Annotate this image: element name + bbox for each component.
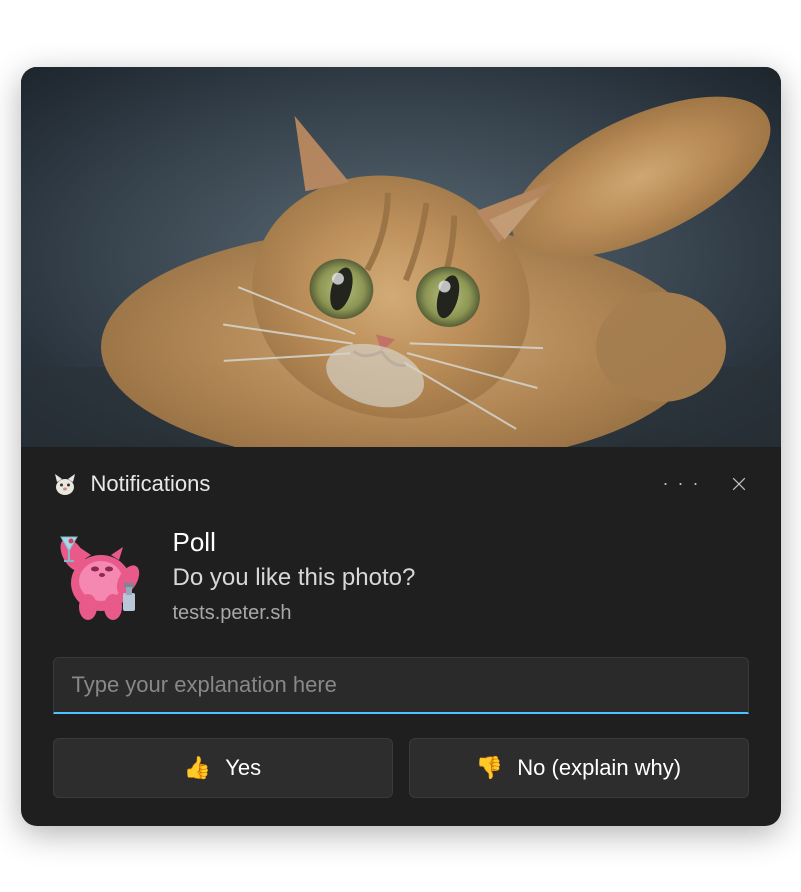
body-row: Poll Do you like this photo? tests.peter… [53, 525, 749, 625]
thumbs-down-icon: 👎 [476, 755, 503, 781]
notification-source: tests.peter.sh [173, 602, 749, 625]
notification-message: Do you like this photo? [173, 564, 749, 592]
notification-icon [53, 525, 149, 621]
body-text: Poll Do you like this photo? tests.peter… [173, 525, 749, 625]
close-icon[interactable] [729, 474, 749, 494]
no-button[interactable]: 👎 No (explain why) [409, 738, 749, 798]
content-area: Notifications · · · [21, 447, 781, 826]
notification-title: Poll [173, 527, 749, 558]
notification-card: Notifications · · · [21, 67, 781, 826]
app-icon [53, 472, 77, 496]
more-icon[interactable]: · · · [663, 473, 701, 494]
header-actions: · · · [663, 473, 749, 494]
button-row: 👍 Yes 👎 No (explain why) [53, 738, 749, 798]
yes-button[interactable]: 👍 Yes [53, 738, 393, 798]
yes-button-label: Yes [225, 755, 261, 781]
hero-image [21, 67, 781, 447]
thumbs-up-icon: 👍 [184, 755, 211, 781]
app-name: Notifications [91, 471, 649, 497]
explanation-input[interactable] [53, 657, 749, 714]
no-button-label: No (explain why) [517, 755, 681, 781]
header-row: Notifications · · · [53, 471, 749, 497]
